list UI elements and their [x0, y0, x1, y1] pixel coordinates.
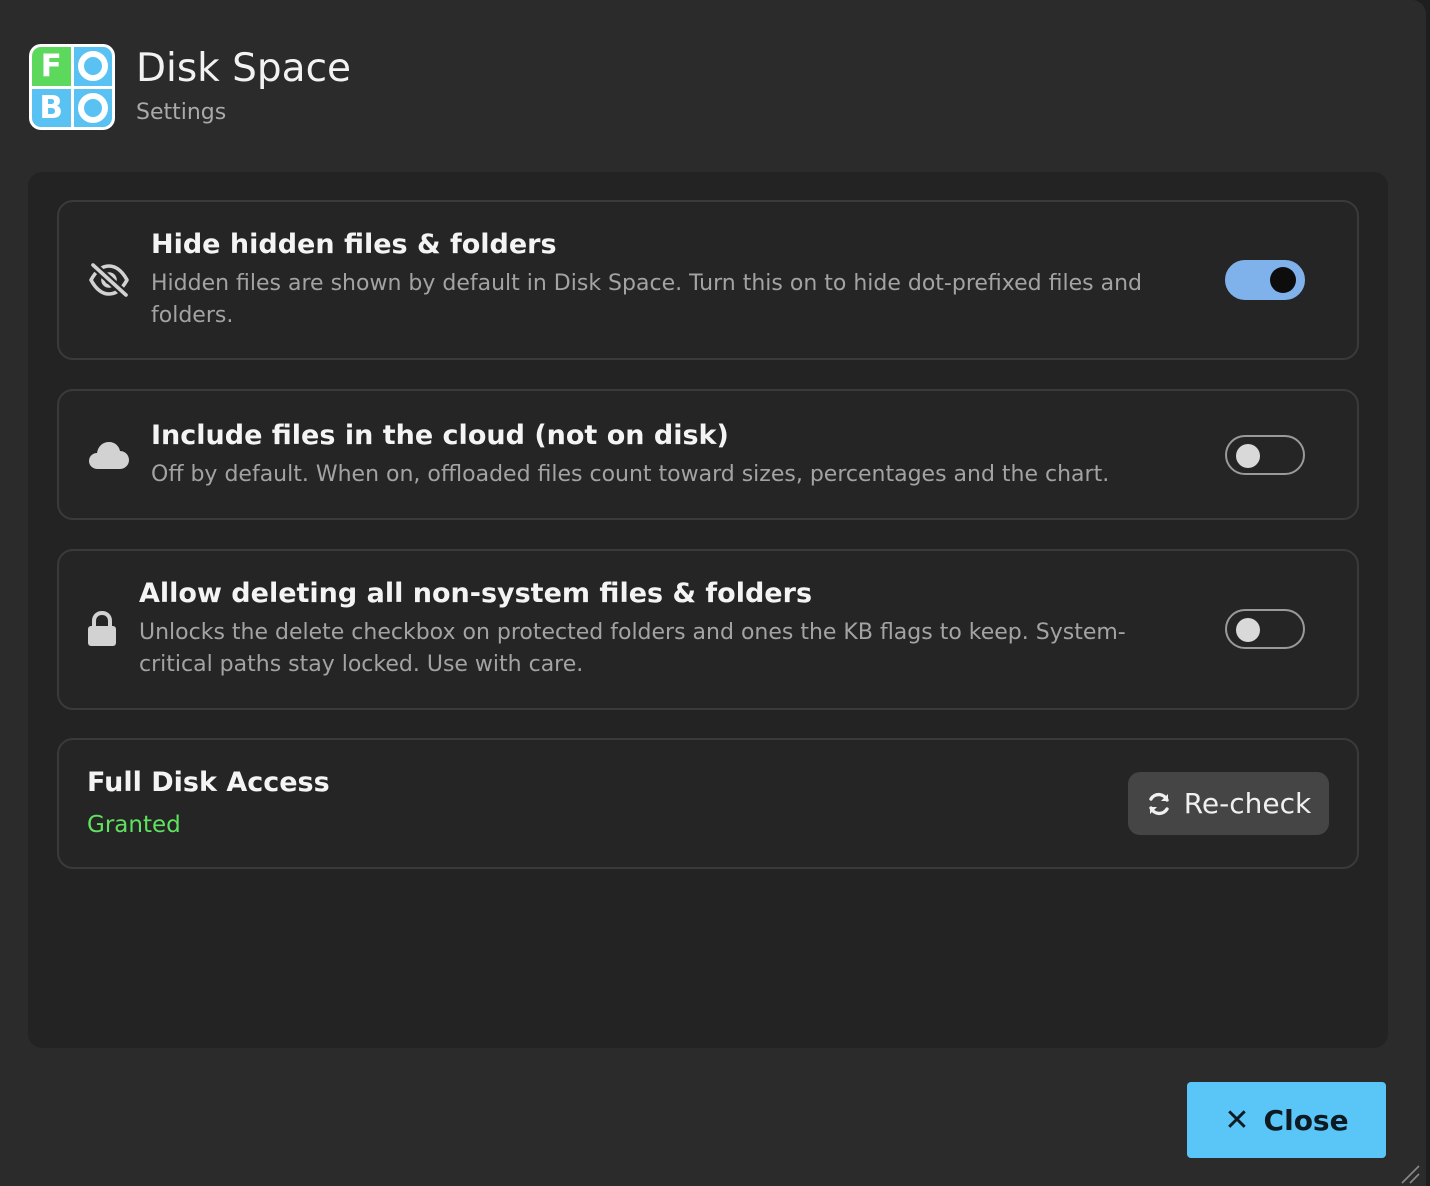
settings-window: F B Disk Space Settings Hide hidden file…	[0, 0, 1426, 1186]
allow-deleting-toggle[interactable]	[1225, 609, 1305, 649]
close-label: Close	[1263, 1103, 1349, 1137]
setting-description: Hidden files are shown by default in Dis…	[151, 271, 1142, 328]
recheck-button[interactable]: Re-check	[1128, 772, 1329, 835]
hide-hidden-files-toggle[interactable]	[1225, 260, 1305, 300]
settings-panel: Hide hidden files & folders Hidden files…	[28, 172, 1388, 1048]
close-icon: ✕	[1224, 1102, 1250, 1138]
setting-text: Allow deleting all non-system files & fo…	[139, 577, 1179, 681]
full-disk-access-text: Full Disk Access Granted	[87, 766, 330, 838]
setting-include-cloud-files: Include files in the cloud (not on disk)…	[57, 389, 1359, 520]
setting-hide-hidden-files: Hide hidden files & folders Hidden files…	[57, 200, 1359, 360]
eye-slash-icon	[87, 260, 131, 300]
app-logo: F B	[29, 44, 115, 130]
toggle-knob	[1236, 618, 1260, 642]
setting-title: Include files in the cloud (not on disk)	[151, 420, 729, 451]
setting-description: Off by default. When on, offloaded files…	[151, 462, 1110, 487]
logo-ring-top	[73, 47, 112, 86]
header-titles: Disk Space Settings	[136, 44, 351, 125]
resize-grip-icon[interactable]	[1400, 1164, 1420, 1184]
logo-letter-b: B	[32, 88, 71, 127]
include-cloud-files-toggle[interactable]	[1225, 435, 1305, 475]
logo-letter-f: F	[32, 47, 71, 86]
cloud-icon	[87, 439, 131, 471]
setting-text: Hide hidden files & folders Hidden files…	[151, 228, 1191, 332]
header: F B Disk Space Settings	[29, 44, 351, 130]
full-disk-access-card: Full Disk Access Granted Re-check	[57, 738, 1359, 869]
setting-title: Hide hidden files & folders	[151, 229, 557, 260]
toggle-knob	[1270, 267, 1296, 293]
toggle-knob	[1236, 444, 1260, 468]
app-subtitle: Settings	[136, 100, 227, 125]
close-button[interactable]: ✕ Close	[1187, 1082, 1386, 1158]
access-status: Granted	[87, 812, 181, 838]
logo-ring-bottom	[73, 88, 112, 127]
setting-text: Include files in the cloud (not on disk)…	[151, 419, 1191, 491]
setting-allow-deleting: Allow deleting all non-system files & fo…	[57, 549, 1359, 710]
full-disk-access-title: Full Disk Access	[87, 767, 330, 798]
recheck-label: Re-check	[1183, 787, 1312, 820]
lock-icon	[87, 611, 117, 647]
app-title: Disk Space	[136, 46, 352, 91]
setting-description: Unlocks the delete checkbox on protected…	[139, 620, 1126, 677]
refresh-icon	[1149, 792, 1169, 815]
setting-title: Allow deleting all non-system files & fo…	[139, 578, 813, 609]
